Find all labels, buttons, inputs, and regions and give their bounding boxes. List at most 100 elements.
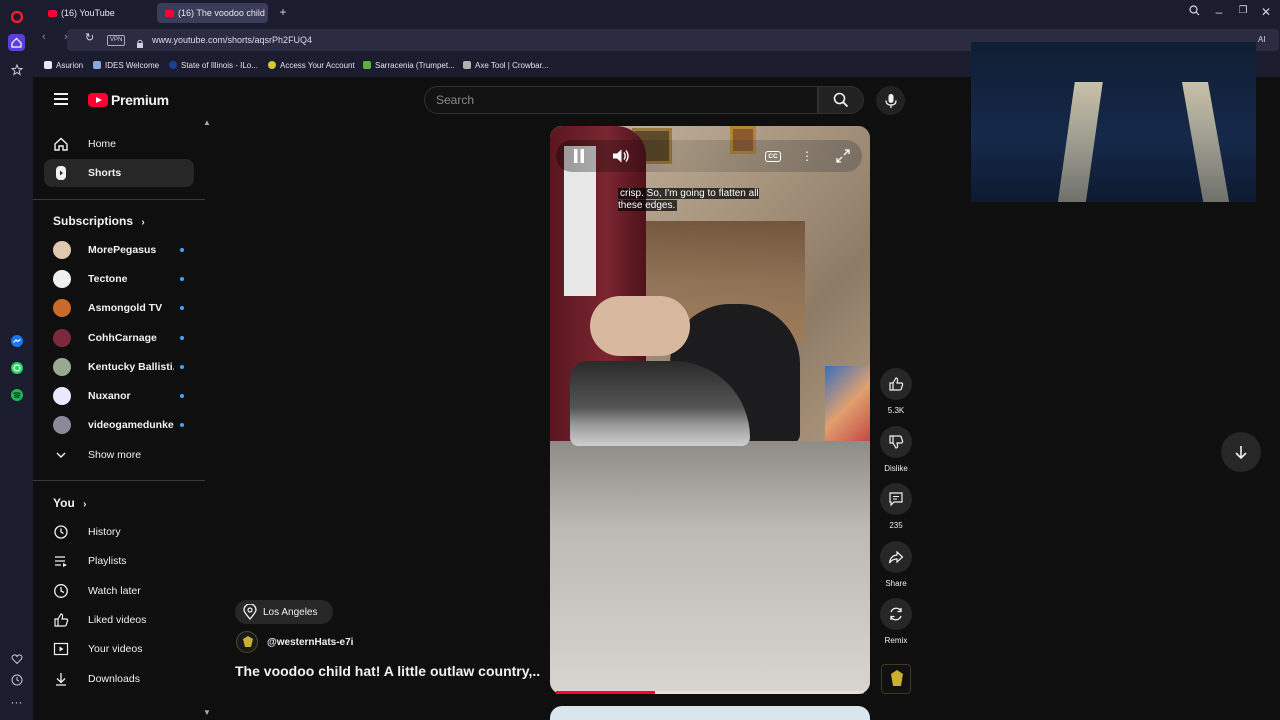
sidebar-scroll-up-icon[interactable]: ▲ (203, 118, 211, 127)
forward-button[interactable]: › (64, 31, 68, 43)
sidebar-item-home[interactable]: Home (44, 130, 194, 158)
bookmark-illinois[interactable]: State of Illinois - ILo... (169, 61, 258, 70)
sidebar-item-your-videos[interactable]: Your videos (44, 635, 194, 663)
sidebar-item-playlists[interactable]: Playlists (44, 547, 194, 575)
next-short-button[interactable] (1221, 432, 1261, 472)
clock-icon (53, 583, 69, 599)
new-content-dot (180, 394, 184, 398)
voice-search-button[interactable] (876, 86, 905, 115)
search-button[interactable] (818, 86, 864, 114)
search-icon (833, 92, 849, 108)
youtube-premium-logo[interactable]: Premium (88, 92, 169, 108)
location-pin-icon (243, 604, 257, 620)
avatar (53, 358, 71, 376)
subscription-item[interactable]: Asmongold TV (44, 295, 194, 321)
sidebar-item-shorts[interactable]: Shorts (44, 159, 194, 187)
bookmark-icon (44, 61, 52, 69)
bookmark-icon (169, 61, 177, 69)
sidebar-item-liked-videos[interactable]: Liked videos (44, 606, 194, 634)
picture-in-picture-overlay[interactable] (971, 42, 1256, 202)
history-clock-icon[interactable] (8, 671, 25, 688)
volume-button[interactable] (611, 146, 631, 166)
reload-button[interactable]: ↻ (85, 31, 94, 44)
chevron-right-icon: › (141, 217, 145, 228)
remix-button[interactable]: Remix (879, 598, 913, 645)
search-input[interactable] (424, 86, 818, 114)
bookmark-icon (93, 61, 101, 69)
dislike-label: Dislike (884, 464, 908, 473)
channel-avatar[interactable] (236, 631, 258, 653)
aria-ai-button[interactable]: AI (1258, 35, 1266, 44)
subscription-item[interactable]: Tectone (44, 266, 194, 292)
like-button[interactable]: 5.3K (879, 368, 913, 415)
bookmark-ides[interactable]: IDES Welcome (93, 61, 159, 70)
arrow-down-icon (1235, 446, 1247, 460)
sidebar-divider (33, 480, 205, 481)
bookmark-sarracenia[interactable]: Sarracenia (Trumpet... (363, 61, 455, 70)
playlists-icon (53, 553, 69, 569)
sidebar-item-watch-later[interactable]: Watch later (44, 577, 194, 605)
audio-source-thumbnail[interactable] (881, 664, 911, 694)
new-tab-button[interactable]: + (276, 5, 290, 19)
avatar (53, 299, 71, 317)
subscription-item[interactable]: Nuxanor (44, 383, 194, 409)
comments-button[interactable]: 235 (879, 483, 913, 530)
tab-voodoo-child[interactable]: (16) The voodoo child (157, 3, 268, 23)
like-count: 5.3K (887, 406, 905, 415)
whatsapp-icon[interactable] (8, 359, 25, 376)
restore-button[interactable]: ❐ (1236, 5, 1250, 16)
subscription-item[interactable]: videogamedunkey (44, 412, 194, 438)
tab-youtube[interactable]: (16) YouTube (40, 3, 153, 23)
heart-icon[interactable] (8, 650, 25, 667)
messenger-icon[interactable] (8, 332, 25, 349)
sidebar-item-history[interactable]: History (44, 518, 194, 546)
fullscreen-button[interactable] (833, 146, 853, 166)
dislike-button[interactable]: Dislike (879, 426, 913, 473)
chevron-down-icon (53, 447, 69, 463)
bookmarks-star-icon[interactable] (8, 61, 25, 78)
location-chip[interactable]: Los Angeles (235, 600, 333, 624)
show-more-button[interactable]: Show more (44, 441, 194, 469)
bookmark-account[interactable]: Access Your Account (268, 61, 355, 70)
video-progress-fill (556, 691, 655, 694)
close-window-button[interactable]: ✕ (1259, 5, 1273, 19)
home-icon (53, 136, 69, 152)
menu-icon[interactable] (54, 93, 68, 105)
sidebar-divider (33, 199, 205, 200)
subscription-item[interactable]: MorePegasus (44, 237, 194, 263)
sidebar-scroll-down-icon[interactable]: ▼ (203, 708, 211, 717)
avatar (53, 329, 71, 347)
subscription-item[interactable]: CohhCarnage (44, 325, 194, 351)
spotify-icon[interactable] (8, 386, 25, 403)
back-button[interactable]: ‹ (42, 31, 46, 43)
sidebar-item-downloads[interactable]: Downloads (44, 665, 194, 693)
channel-handle[interactable]: @westernHats-e7i (267, 637, 353, 648)
bookmark-icon (363, 61, 371, 69)
bookmark-axe-tool[interactable]: Axe Tool | Crowbar... (463, 61, 549, 70)
share-icon (888, 550, 904, 564)
avatar (53, 270, 71, 288)
opera-logo-icon[interactable] (8, 8, 25, 25)
home-speed-dial-icon[interactable] (8, 34, 25, 51)
avatar (53, 241, 71, 259)
video-progress-bar[interactable] (556, 691, 864, 694)
minimize-button[interactable]: – (1212, 5, 1226, 19)
short-title[interactable]: The voodoo child hat! A little outlaw co… (235, 663, 541, 679)
share-button[interactable]: Share (879, 541, 913, 588)
pause-icon (574, 149, 584, 163)
search-tabs-icon[interactable] (1187, 5, 1201, 19)
more-actions-icon[interactable]: ⋮ (801, 146, 813, 166)
captions-button[interactable]: CC (763, 146, 783, 166)
bookmark-asurion[interactable]: Asurion (44, 61, 83, 70)
you-heading[interactable]: You › (53, 496, 86, 510)
volume-icon (613, 149, 629, 163)
subscriptions-heading[interactable]: Subscriptions › (53, 214, 145, 228)
more-options-icon[interactable]: ··· (8, 693, 25, 710)
remix-icon (890, 607, 902, 621)
url-text[interactable]: www.youtube.com/shorts/aqsrPh2FUQ4 (152, 35, 312, 45)
pause-button[interactable] (570, 146, 588, 166)
vpn-badge[interactable]: VPN (107, 35, 126, 46)
next-short-preview[interactable] (550, 706, 870, 720)
lock-icon[interactable] (136, 35, 144, 53)
subscription-item[interactable]: Kentucky Ballisti... (44, 354, 194, 380)
